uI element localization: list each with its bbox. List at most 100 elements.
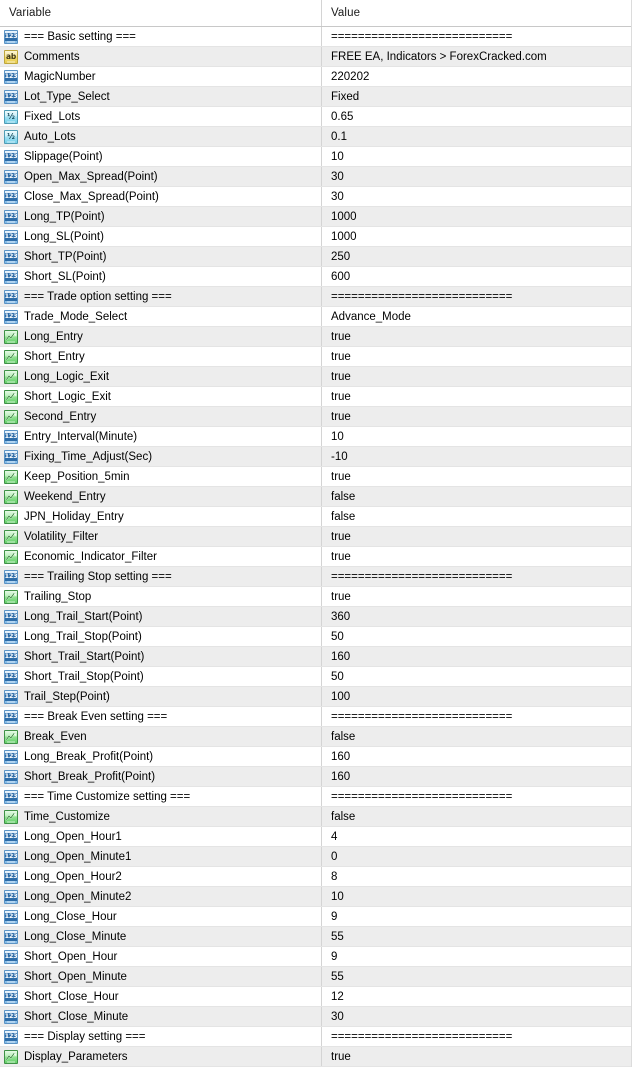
variable-cell[interactable]: Trailing_Stop xyxy=(0,587,322,606)
property-row[interactable]: 123 Short_TP(Point) 250 xyxy=(0,247,631,267)
property-row[interactable]: 123 Long_Open_Minute2 10 xyxy=(0,887,631,907)
property-row[interactable]: 123 Entry_Interval(Minute) 10 xyxy=(0,427,631,447)
property-row[interactable]: 123 Close_Max_Spread(Point) 30 xyxy=(0,187,631,207)
property-row[interactable]: Volatility_Filter true xyxy=(0,527,631,547)
variable-cell[interactable]: 123 Lot_Type_Select xyxy=(0,87,322,106)
variable-cell[interactable]: ½ Fixed_Lots xyxy=(0,107,322,126)
property-row[interactable]: 123 Fixing_Time_Adjust(Sec) -10 xyxy=(0,447,631,467)
property-row[interactable]: 123 Long_Close_Hour 9 xyxy=(0,907,631,927)
variable-cell[interactable]: 123 MagicNumber xyxy=(0,67,322,86)
property-row[interactable]: 123 Long_Break_Profit(Point) 160 xyxy=(0,747,631,767)
variable-cell[interactable]: 123 Long_Open_Hour2 xyxy=(0,867,322,886)
value-cell[interactable]: Fixed xyxy=(322,87,631,106)
variable-cell[interactable]: 123 Short_SL(Point) xyxy=(0,267,322,286)
value-cell[interactable]: =========================== xyxy=(322,787,631,806)
value-cell[interactable]: true xyxy=(322,547,631,566)
value-cell[interactable]: true xyxy=(322,467,631,486)
property-row[interactable]: Weekend_Entry false xyxy=(0,487,631,507)
property-row[interactable]: 123 Short_Close_Minute 30 xyxy=(0,1007,631,1027)
variable-cell[interactable]: 123 Short_Close_Hour xyxy=(0,987,322,1006)
property-row[interactable]: Trailing_Stop true xyxy=(0,587,631,607)
property-row[interactable]: 123 === Trailing Stop setting === ========… xyxy=(0,567,631,587)
value-cell[interactable]: =========================== xyxy=(322,567,631,586)
variable-cell[interactable]: JPN_Holiday_Entry xyxy=(0,507,322,526)
value-cell[interactable]: 8 xyxy=(322,867,631,886)
value-cell[interactable]: 4 xyxy=(322,827,631,846)
property-row[interactable]: 123 === Time Customize setting === =======… xyxy=(0,787,631,807)
property-row[interactable]: 123 MagicNumber 220202 xyxy=(0,67,631,87)
value-cell[interactable]: true xyxy=(322,367,631,386)
property-row[interactable]: 123 Short_Open_Hour 9 xyxy=(0,947,631,967)
value-cell[interactable]: =========================== xyxy=(322,27,631,46)
value-cell[interactable]: =========================== xyxy=(322,287,631,306)
value-cell[interactable]: 10 xyxy=(322,887,631,906)
variable-cell[interactable]: 123 Long_SL(Point) xyxy=(0,227,322,246)
variable-cell[interactable]: 123 Short_Trail_Start(Point) xyxy=(0,647,322,666)
value-cell[interactable]: 30 xyxy=(322,1007,631,1026)
property-row[interactable]: 123 Long_SL(Point) 1000 xyxy=(0,227,631,247)
value-cell[interactable]: false xyxy=(322,487,631,506)
property-row[interactable]: 123 Long_Open_Hour1 4 xyxy=(0,827,631,847)
variable-cell[interactable]: 123 === Trade option setting === xyxy=(0,287,322,306)
variable-cell[interactable]: Volatility_Filter xyxy=(0,527,322,546)
property-row[interactable]: 123 Long_Close_Minute 55 xyxy=(0,927,631,947)
value-cell[interactable]: true xyxy=(322,347,631,366)
variable-cell[interactable]: Long_Entry xyxy=(0,327,322,346)
variable-cell[interactable]: Weekend_Entry xyxy=(0,487,322,506)
value-cell[interactable]: true xyxy=(322,327,631,346)
value-cell[interactable]: FREE EA, Indicators > ForexCracked.com xyxy=(322,47,631,66)
value-cell[interactable]: true xyxy=(322,527,631,546)
variable-cell[interactable]: 123 Trade_Mode_Select xyxy=(0,307,322,326)
variable-cell[interactable]: 123 Long_Trail_Start(Point) xyxy=(0,607,322,626)
property-row[interactable]: 123 Long_Trail_Stop(Point) 50 xyxy=(0,627,631,647)
value-cell[interactable]: false xyxy=(322,807,631,826)
variable-cell[interactable]: 123 Fixing_Time_Adjust(Sec) xyxy=(0,447,322,466)
property-row[interactable]: 123 === Basic setting === ================… xyxy=(0,27,631,47)
variable-cell[interactable]: 123 Open_Max_Spread(Point) xyxy=(0,167,322,186)
property-row[interactable]: 123 Short_SL(Point) 600 xyxy=(0,267,631,287)
variable-cell[interactable]: Economic_Indicator_Filter xyxy=(0,547,322,566)
variable-cell[interactable]: 123 Long_TP(Point) xyxy=(0,207,322,226)
column-header-value[interactable]: Value xyxy=(322,0,631,26)
value-cell[interactable]: true xyxy=(322,587,631,606)
property-row[interactable]: Economic_Indicator_Filter true xyxy=(0,547,631,567)
value-cell[interactable]: 50 xyxy=(322,627,631,646)
value-cell[interactable]: false xyxy=(322,507,631,526)
value-cell[interactable]: =========================== xyxy=(322,707,631,726)
value-cell[interactable]: 50 xyxy=(322,667,631,686)
property-row[interactable]: Short_Logic_Exit true xyxy=(0,387,631,407)
property-row[interactable]: 123 Long_Trail_Start(Point) 360 xyxy=(0,607,631,627)
property-row[interactable]: 123 Long_Open_Hour2 8 xyxy=(0,867,631,887)
variable-cell[interactable]: 123 Long_Close_Hour xyxy=(0,907,322,926)
value-cell[interactable]: 160 xyxy=(322,747,631,766)
property-row[interactable]: 123 Short_Trail_Start(Point) 160 xyxy=(0,647,631,667)
value-cell[interactable]: 55 xyxy=(322,927,631,946)
variable-cell[interactable]: 123 Slippage(Point) xyxy=(0,147,322,166)
property-row[interactable]: 123 Open_Max_Spread(Point) 30 xyxy=(0,167,631,187)
value-cell[interactable]: 30 xyxy=(322,167,631,186)
property-row[interactable]: 123 Long_TP(Point) 1000 xyxy=(0,207,631,227)
property-row[interactable]: Keep_Position_5min true xyxy=(0,467,631,487)
variable-cell[interactable]: 123 Short_TP(Point) xyxy=(0,247,322,266)
variable-cell[interactable]: ab Comments xyxy=(0,47,322,66)
variable-cell[interactable]: Break_Even xyxy=(0,727,322,746)
value-cell[interactable]: true xyxy=(322,407,631,426)
property-row[interactable]: 123 === Break Even setting === ===========… xyxy=(0,707,631,727)
variable-cell[interactable]: 123 Short_Close_Minute xyxy=(0,1007,322,1026)
property-row[interactable]: 123 Short_Trail_Stop(Point) 50 xyxy=(0,667,631,687)
value-cell[interactable]: 100 xyxy=(322,687,631,706)
value-cell[interactable]: 1000 xyxy=(322,227,631,246)
variable-cell[interactable]: 123 Long_Open_Minute2 xyxy=(0,887,322,906)
variable-cell[interactable]: 123 Close_Max_Spread(Point) xyxy=(0,187,322,206)
property-row[interactable]: ab Comments FREE EA, Indicators > ForexCra… xyxy=(0,47,631,67)
property-row[interactable]: 123 Short_Break_Profit(Point) 160 xyxy=(0,767,631,787)
variable-cell[interactable]: 123 Short_Open_Minute xyxy=(0,967,322,986)
variable-cell[interactable]: 123 Short_Break_Profit(Point) xyxy=(0,767,322,786)
property-row[interactable]: Long_Logic_Exit true xyxy=(0,367,631,387)
property-row[interactable]: Time_Customize false xyxy=(0,807,631,827)
value-cell[interactable]: -10 xyxy=(322,447,631,466)
property-row[interactable]: Long_Entry true xyxy=(0,327,631,347)
variable-cell[interactable]: Long_Logic_Exit xyxy=(0,367,322,386)
value-cell[interactable]: 30 xyxy=(322,187,631,206)
value-cell[interactable]: 0.1 xyxy=(322,127,631,146)
